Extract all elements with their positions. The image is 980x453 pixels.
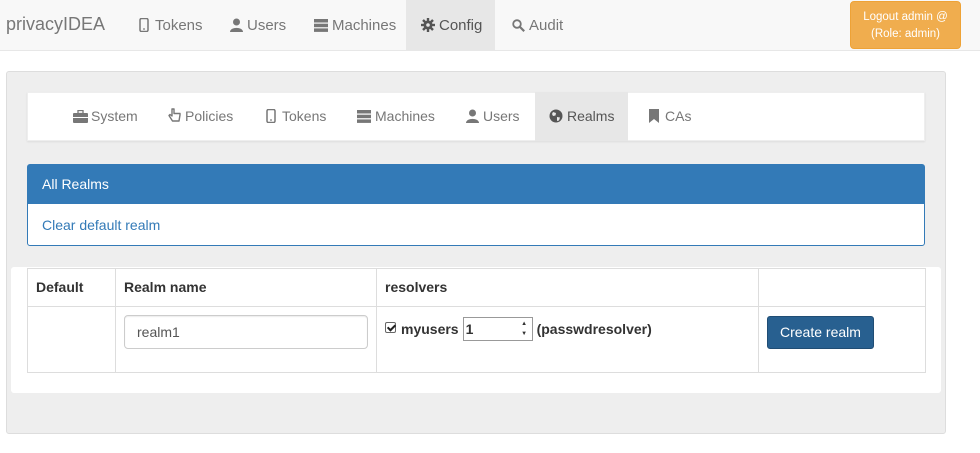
column-header-realm-name: Realm name — [115, 268, 377, 307]
nav-audit[interactable]: Audit — [500, 0, 575, 51]
server-icon — [356, 92, 372, 141]
nav-config-label: Config — [439, 17, 483, 34]
briefcase-icon — [72, 92, 88, 141]
brand-logo[interactable]: privacyIDEA — [6, 14, 105, 35]
actions-cell: Create realm — [758, 306, 926, 373]
column-header-default: Default — [27, 268, 116, 307]
user-icon — [464, 92, 480, 141]
tab-cas[interactable]: CAs — [636, 92, 702, 141]
resolver-priority-value: 1 — [465, 321, 474, 337]
tab-realms[interactable]: Realms — [535, 92, 628, 141]
logout-button[interactable]: Logout admin @ (Role: admin) — [850, 1, 961, 49]
spinner-up-icon[interactable]: ▲ — [518, 319, 531, 329]
column-header-resolvers: resolvers — [376, 268, 759, 307]
tab-machines-label: Machines — [375, 108, 435, 124]
all-realms-panel: All Realms Clear default realm — [27, 164, 925, 246]
resolver-checkbox[interactable] — [385, 321, 396, 333]
clear-default-realm-link[interactable]: Clear default realm — [42, 217, 160, 233]
table-header-row: Default Realm name resolvers — [27, 268, 926, 307]
realm-name-cell — [115, 306, 377, 373]
bookmark-icon — [646, 92, 662, 141]
globe-icon — [548, 92, 564, 141]
nav-config[interactable]: Config — [406, 0, 495, 51]
priority-spinner[interactable]: ▲ ▼ — [518, 319, 531, 339]
tab-system-label: System — [91, 108, 138, 124]
tab-system[interactable]: System — [62, 92, 150, 141]
nav-users-label: Users — [247, 17, 287, 34]
gear-icon — [420, 0, 436, 51]
mobile-icon — [263, 92, 279, 141]
nav-tokens[interactable]: Tokens — [126, 0, 210, 51]
server-icon — [313, 0, 329, 51]
search-icon — [510, 0, 526, 51]
spinner-down-icon[interactable]: ▼ — [518, 329, 531, 339]
resolver-type: (passwdresolver) — [536, 321, 652, 337]
all-realms-heading: All Realms — [28, 165, 924, 204]
realm-table: Default Realm name resolvers myusers 1 ▲ — [27, 268, 926, 373]
nav-machines[interactable]: Machines — [303, 0, 403, 51]
tab-policies-label: Policies — [185, 108, 234, 124]
tab-realms-label: Realms — [567, 108, 615, 124]
user-icon — [228, 0, 244, 51]
resolver-entry: myusers 1 ▲ ▼ (passwdresolver) — [385, 317, 750, 341]
realm-name-input[interactable] — [124, 315, 368, 349]
resolvers-cell: myusers 1 ▲ ▼ (passwdresolver) — [376, 306, 759, 373]
tab-cas-label: CAs — [665, 108, 692, 124]
nav-machines-label: Machines — [332, 17, 397, 34]
tab-tokens[interactable]: Tokens — [253, 92, 339, 141]
tab-tokens-label: Tokens — [282, 108, 327, 124]
create-realm-button[interactable]: Create realm — [767, 316, 874, 349]
table-row: myusers 1 ▲ ▼ (passwdresolver) Create re… — [27, 306, 926, 373]
tab-users[interactable]: Users — [454, 92, 532, 141]
nav-users[interactable]: Users — [218, 0, 296, 51]
default-cell — [27, 306, 116, 373]
mobile-icon — [136, 0, 152, 51]
tab-users-label: Users — [483, 108, 520, 124]
nav-tokens-label: Tokens — [155, 17, 203, 34]
logout-role: (Role: admin) — [870, 28, 941, 40]
column-header-actions — [758, 268, 926, 307]
nav-audit-label: Audit — [529, 17, 564, 34]
resolver-name: myusers — [401, 321, 459, 337]
hand-pointer-icon — [166, 92, 182, 141]
tab-machines[interactable]: Machines — [346, 92, 446, 141]
resolver-priority-input[interactable]: 1 ▲ ▼ — [462, 317, 533, 341]
logout-line1: Logout admin @ — [863, 11, 948, 23]
tab-policies[interactable]: Policies — [156, 92, 246, 141]
